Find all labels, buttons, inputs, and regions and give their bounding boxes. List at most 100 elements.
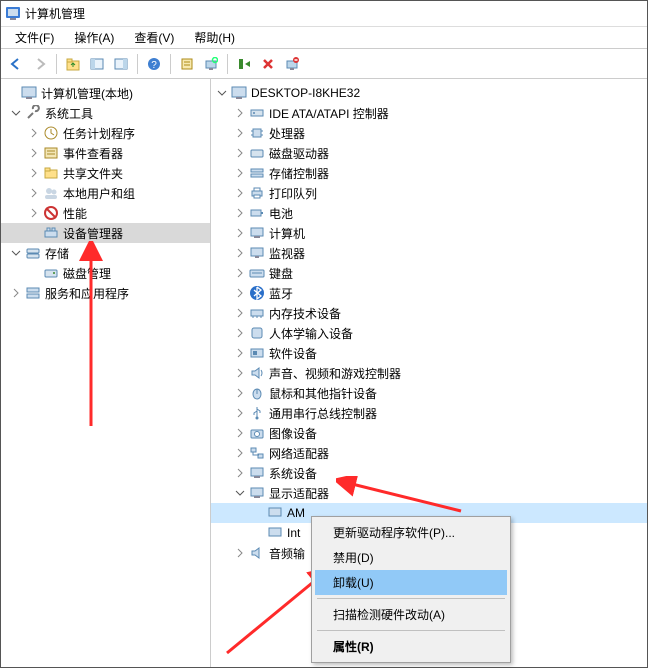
node-services-apps[interactable]: 服务和应用程序 (1, 283, 210, 303)
expander-open-icon[interactable] (9, 106, 23, 120)
gpu-icon (267, 525, 283, 541)
bluetooth-icon (249, 285, 265, 301)
expander-closed-icon[interactable] (233, 286, 247, 300)
enable-device-button[interactable] (233, 53, 255, 75)
expander-closed-icon[interactable] (233, 206, 247, 220)
ide-icon (249, 105, 265, 121)
menu-view[interactable]: 查看(V) (124, 27, 184, 48)
expander-closed-icon[interactable] (233, 326, 247, 340)
node-sound-video-game[interactable]: 声音、视频和游戏控制器 (211, 363, 647, 383)
expander-closed-icon[interactable] (27, 146, 41, 160)
expander-closed-icon[interactable] (9, 286, 23, 300)
node-imaging[interactable]: 图像设备 (211, 423, 647, 443)
node-storage-controllers[interactable]: 存储控制器 (211, 163, 647, 183)
node-display-adapters[interactable]: 显示适配器 (211, 483, 647, 503)
expander-closed-icon[interactable] (233, 546, 247, 560)
expander-closed-icon[interactable] (233, 306, 247, 320)
back-button[interactable] (5, 53, 27, 75)
node-hid[interactable]: 人体学输入设备 (211, 323, 647, 343)
ctx-update-driver[interactable]: 更新驱动程序软件(P)... (315, 520, 507, 545)
left-pane[interactable]: 计算机管理(本地) 系统工具 任务计划程序 事件查看器 共享文件夹 本地用户和组 (1, 79, 211, 667)
expander-closed-icon[interactable] (27, 186, 41, 200)
node-system-devices[interactable]: 系统设备 (211, 463, 647, 483)
node-monitors[interactable]: 监视器 (211, 243, 647, 263)
ctx-disable[interactable]: 禁用(D) (315, 545, 507, 570)
node-label: 磁盘驱动器 (269, 145, 329, 162)
menu-help[interactable]: 帮助(H) (184, 27, 245, 48)
expander-closed-icon[interactable] (27, 206, 41, 220)
node-network[interactable]: 网络适配器 (211, 443, 647, 463)
node-device-manager[interactable]: 设备管理器 (1, 223, 210, 243)
node-batteries[interactable]: 电池 (211, 203, 647, 223)
node-system-tools[interactable]: 系统工具 (1, 103, 210, 123)
expander-closed-icon[interactable] (233, 446, 247, 460)
context-menu: 更新驱动程序软件(P)... 禁用(D) 卸载(U) 扫描检测硬件改动(A) 属… (311, 516, 511, 663)
expander-closed-icon[interactable] (233, 366, 247, 380)
node-label: 打印队列 (269, 185, 317, 202)
expander-closed-icon[interactable] (233, 346, 247, 360)
show-hide-tree-button[interactable] (86, 53, 108, 75)
expander-closed-icon[interactable] (233, 426, 247, 440)
monitor-icon (249, 245, 265, 261)
node-event-viewer[interactable]: 事件查看器 (1, 143, 210, 163)
help-button[interactable]: ? (143, 53, 165, 75)
expander-closed-icon[interactable] (233, 126, 247, 140)
node-bluetooth[interactable]: 蓝牙 (211, 283, 647, 303)
properties-button[interactable] (176, 53, 198, 75)
node-computer-cat[interactable]: 计算机 (211, 223, 647, 243)
expander-closed-icon[interactable] (233, 166, 247, 180)
node-usb[interactable]: 通用串行总线控制器 (211, 403, 647, 423)
toolbar: ? (1, 49, 647, 79)
disable-device-button[interactable] (257, 53, 279, 75)
expander-closed-icon[interactable] (27, 126, 41, 140)
expander-closed-icon[interactable] (27, 166, 41, 180)
node-software-devices[interactable]: 软件设备 (211, 343, 647, 363)
node-mice[interactable]: 鼠标和其他指针设备 (211, 383, 647, 403)
node-shared-folders[interactable]: 共享文件夹 (1, 163, 210, 183)
ctx-uninstall[interactable]: 卸载(U) (315, 570, 507, 595)
show-hide-pane-button[interactable] (110, 53, 132, 75)
services-icon (25, 285, 41, 301)
expander-closed-icon[interactable] (233, 146, 247, 160)
menu-file[interactable]: 文件(F) (5, 27, 64, 48)
speaker-icon (249, 365, 265, 381)
node-label: 系统工具 (45, 105, 93, 122)
expander-closed-icon[interactable] (233, 186, 247, 200)
node-storage[interactable]: 存储 (1, 243, 210, 263)
node-label: 声音、视频和游戏控制器 (269, 365, 401, 382)
menu-action[interactable]: 操作(A) (64, 27, 124, 48)
node-ide[interactable]: IDE ATA/ATAPI 控制器 (211, 103, 647, 123)
scan-hardware-button[interactable] (200, 53, 222, 75)
printer-icon (249, 185, 265, 201)
node-task-scheduler[interactable]: 任务计划程序 (1, 123, 210, 143)
expander-closed-icon[interactable] (233, 246, 247, 260)
node-memory-devices[interactable]: 内存技术设备 (211, 303, 647, 323)
expander-closed-icon[interactable] (233, 266, 247, 280)
ctx-properties[interactable]: 属性(R) (315, 634, 507, 659)
node-computer-management[interactable]: 计算机管理(本地) (1, 83, 210, 103)
node-local-users[interactable]: 本地用户和组 (1, 183, 210, 203)
node-disk-management[interactable]: 磁盘管理 (1, 263, 210, 283)
expander-closed-icon[interactable] (233, 106, 247, 120)
expander-closed-icon[interactable] (233, 466, 247, 480)
expander-open-icon[interactable] (9, 246, 23, 260)
expander-closed-icon[interactable] (233, 406, 247, 420)
node-cpu[interactable]: 处理器 (211, 123, 647, 143)
expander-open-icon[interactable] (233, 486, 247, 500)
node-desktop-root[interactable]: DESKTOP-I8KHE32 (211, 83, 647, 103)
forward-button[interactable] (29, 53, 51, 75)
node-label: 存储控制器 (269, 165, 329, 182)
uninstall-device-button[interactable] (281, 53, 303, 75)
expander-open-icon[interactable] (215, 86, 229, 100)
toolbar-separator (170, 54, 171, 74)
expander-closed-icon[interactable] (233, 226, 247, 240)
up-button[interactable] (62, 53, 84, 75)
node-keyboards[interactable]: 键盘 (211, 263, 647, 283)
node-label: 显示适配器 (269, 485, 329, 502)
node-performance[interactable]: 性能 (1, 203, 210, 223)
display-adapter-icon (249, 485, 265, 501)
expander-closed-icon[interactable] (233, 386, 247, 400)
node-print-queues[interactable]: 打印队列 (211, 183, 647, 203)
node-disk-drives[interactable]: 磁盘驱动器 (211, 143, 647, 163)
ctx-scan-hardware[interactable]: 扫描检测硬件改动(A) (315, 602, 507, 627)
